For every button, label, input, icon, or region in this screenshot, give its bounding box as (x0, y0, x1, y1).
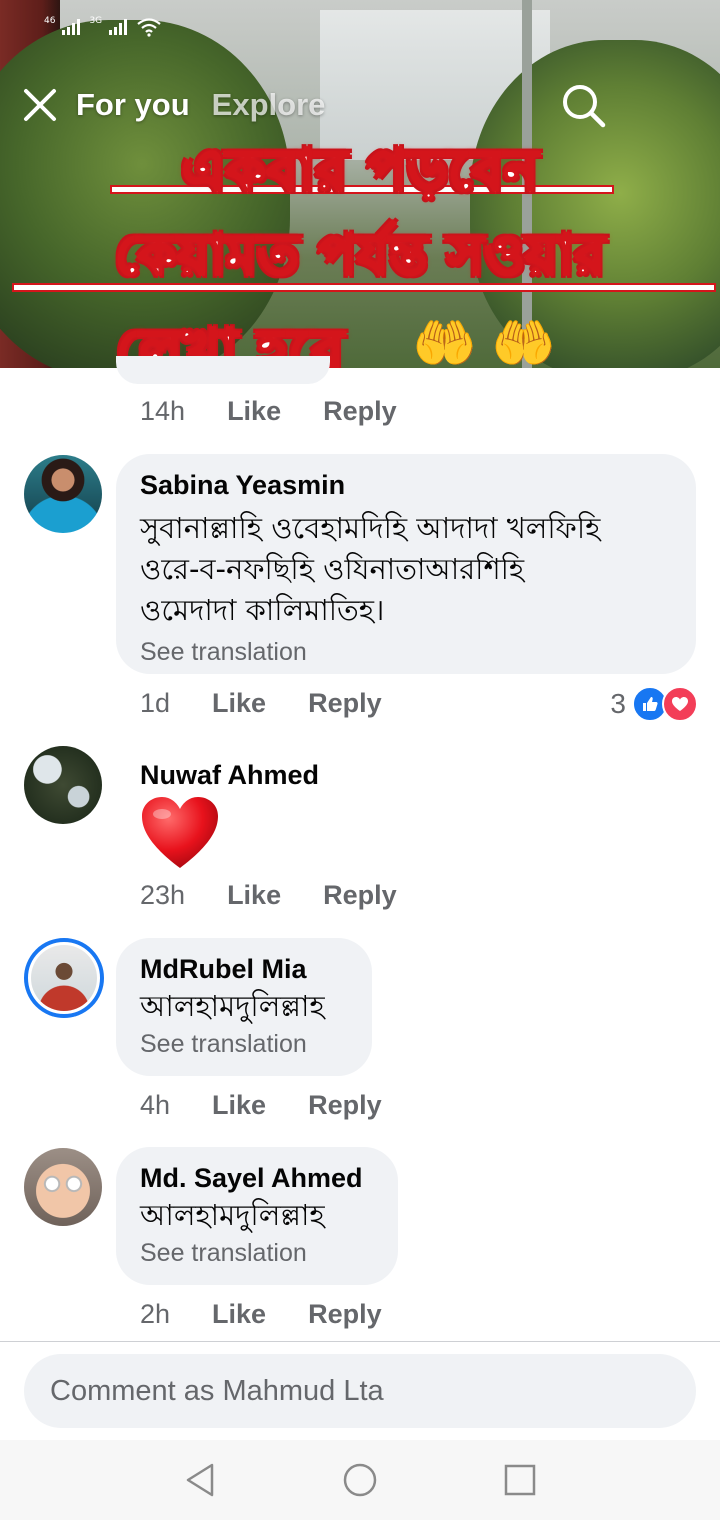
video-caption-line-1: একবার পড়বেন (181, 135, 540, 205)
comment-text-line: ওরে-ব-নফছিহি ওযিনাতাআরশিহি (140, 552, 525, 586)
recents-button[interactable] (498, 1458, 542, 1502)
search-button[interactable] (560, 82, 606, 128)
comment-bubble: Md. Sayel Ahmed আলহামদুলিল্লাহ See trans… (116, 1147, 398, 1285)
like-button[interactable]: Like (212, 688, 266, 719)
reaction-summary[interactable]: 3 (610, 686, 698, 722)
avatar[interactable] (24, 938, 104, 1018)
comment-composer[interactable] (24, 1354, 696, 1428)
love-reaction-icon (662, 686, 698, 722)
video-caption-line-3: লেখা হবে (115, 315, 345, 368)
comment-bubble: Sabina Yeasmin সুবানাল্লাহি ওবেহামদিহি আ… (116, 454, 696, 674)
praying-hands-emoji: 🤲 🤲 (412, 315, 556, 368)
comment-text-line: সুবানাল্লাহি ওবেহামদিহি আদাদা খলফিহি (140, 511, 601, 545)
comment-meta: 1d Like Reply (140, 688, 382, 719)
search-icon (563, 85, 606, 128)
home-button[interactable] (338, 1458, 382, 1502)
commenter-name[interactable]: Nuwaf Ahmed (140, 760, 319, 791)
avatar[interactable] (24, 455, 102, 533)
commenter-name[interactable]: Md. Sayel Ahmed (140, 1161, 374, 1195)
comment-text: আলহামদুলিল্লাহ (140, 989, 325, 1023)
tab-explore[interactable]: Explore (212, 87, 326, 123)
close-icon (24, 89, 56, 121)
tab-for-you[interactable]: For you (76, 87, 190, 123)
like-button[interactable]: Like (212, 1090, 266, 1121)
status-bar: 46 3G (44, 14, 162, 40)
avatar[interactable] (24, 1148, 102, 1226)
comment-meta: 4h Like Reply (140, 1090, 382, 1121)
video-player[interactable]: 46 3G For you Explore একবার পড়বেন কেয়া… (0, 0, 720, 368)
reply-button[interactable]: Reply (308, 1090, 382, 1121)
see-translation-link[interactable]: See translation (140, 635, 672, 669)
comment-input[interactable] (48, 1373, 672, 1409)
video-top-bar: For you Explore (20, 82, 608, 128)
like-button[interactable]: Like (212, 1299, 266, 1330)
home-circle-icon (343, 1463, 377, 1497)
signal-icon (109, 19, 128, 35)
reaction-count: 3 (610, 688, 626, 719)
see-translation-link[interactable]: See translation (140, 1236, 374, 1270)
comment-text: আলহামদুলিল্লাহ (140, 1198, 325, 1232)
comment-time: 1d (140, 688, 171, 718)
comment-meta: 23h Like Reply (140, 880, 397, 911)
avatar[interactable] (24, 746, 102, 824)
back-button[interactable] (178, 1458, 222, 1502)
wifi-icon (137, 18, 161, 37)
commenter-name[interactable]: MdRubel Mia (140, 952, 348, 986)
reply-button[interactable]: Reply (308, 688, 382, 719)
composer-divider (0, 1341, 720, 1342)
see-translation-link[interactable]: See translation (140, 1027, 348, 1061)
commenter-name[interactable]: Sabina Yeasmin (140, 468, 672, 502)
comment-text-line: ওমেদাদা কালিমাতিহ। (140, 593, 385, 627)
comment-meta: 2h Like Reply (140, 1299, 382, 1330)
comment-bubble: MdRubel Mia আলহামদুলিল্লাহ See translati… (116, 938, 372, 1076)
comment-text: সুবানাল্লাহি ওবেহামদিহি আদাদা খলফিহি ওরে… (140, 508, 672, 631)
like-button[interactable]: Like (227, 396, 281, 427)
close-button[interactable] (20, 85, 60, 125)
comment-time: 4h (140, 1090, 171, 1120)
comment-time: 2h (140, 1299, 171, 1329)
previous-comment-bubble (116, 356, 330, 384)
comment-time: 23h (140, 880, 186, 910)
sim2-network-label: 3G (89, 16, 103, 26)
reply-button[interactable]: Reply (323, 880, 397, 911)
avatar-photo (31, 945, 97, 1011)
reply-button[interactable]: Reply (323, 396, 397, 427)
video-caption-line-2: কেয়ামত পর্যন্ত সওয়ার (114, 222, 606, 289)
comment-time: 14h (140, 396, 186, 426)
recents-square-icon (504, 1464, 536, 1496)
reply-button[interactable]: Reply (308, 1299, 382, 1330)
system-navigation-bar (0, 1440, 720, 1520)
like-button[interactable]: Like (227, 880, 281, 911)
heart-emoji (140, 796, 220, 870)
back-triangle-icon (186, 1463, 214, 1497)
sim1-network-label: 46 (44, 16, 56, 26)
signal-icon (62, 19, 81, 35)
comment-meta: 14h Like Reply (140, 396, 397, 427)
